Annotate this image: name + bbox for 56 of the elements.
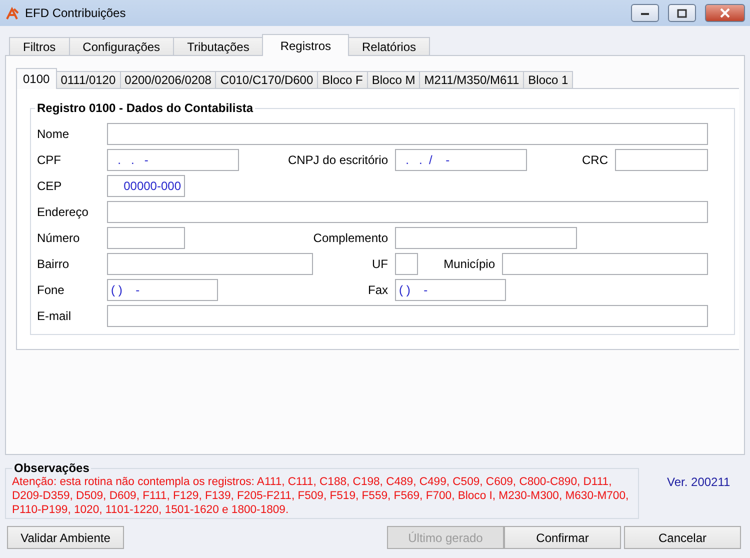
input-field[interactable] [395,253,418,275]
observations-title: Observações [13,461,90,475]
tab[interactable]: Bloco 1 [523,71,574,89]
tab[interactable]: Configurações [68,37,174,56]
maximize-button[interactable] [668,4,696,22]
input-field[interactable] [395,227,577,249]
field-label: CNPJ do escritório [286,153,389,167]
tab[interactable]: Relatórios [348,37,430,56]
input-field[interactable] [502,253,708,275]
field-label: Endereço [37,205,90,219]
field-label: Nome [37,127,70,141]
field-label: Bairro [37,257,70,271]
input-field[interactable] [615,149,708,171]
field-label: CRC [581,153,609,167]
warning-text: Atenção: esta rotina não contempla os registros: A111, C111, C188, C198, C489, C499, C509, C609, C800-C890, D111, D209-D359, D509, D609, F111, F129, F139, F205-F211, F509, F519, F559, F569, F700, Bloco I, M230-M300, M630-M700, P110-P199, 1020, 1101-1220, 1501-1620 e 1800-1809. [12,475,630,517]
input-field[interactable] [107,123,708,145]
field-label: Número [37,231,81,245]
app-icon [6,6,19,20]
input-field[interactable] [107,253,313,275]
tab[interactable]: Bloco F [317,71,368,89]
group-title: Registro 0100 - Dados do Contabilista [36,101,254,115]
window-title: EFD Contribuições [25,6,127,20]
input-field[interactable]: 00000-000 [107,175,185,197]
field-label: Fone [37,283,66,297]
tab[interactable]: Bloco M [366,71,420,89]
input-field[interactable]: ( ) - [107,279,218,301]
tab[interactable]: 0111/0120 [56,71,121,89]
maximize-icon [677,8,687,18]
tab[interactable]: C010/C170/D600 [215,71,318,89]
tab[interactable]: Tributações [173,37,264,56]
field-label: CPF [37,153,62,167]
input-field[interactable] [107,305,708,327]
field-label: Complemento [312,231,389,245]
action-button[interactable]: Validar Ambiente [7,526,124,549]
field-label: E-mail [37,309,72,323]
input-field[interactable] [107,227,185,249]
field-label: Fax [366,283,389,297]
action-button[interactable]: Confirmar [504,526,621,549]
tab[interactable]: 0100 [16,68,57,89]
minimize-button[interactable] [631,4,659,22]
field-label: UF [371,257,389,271]
tab[interactable]: Filtros [9,37,70,56]
close-icon [719,8,731,18]
minimize-icon [640,10,650,16]
tab[interactable]: 0200/0206/0208 [120,71,216,89]
tab[interactable]: Registros [262,34,349,56]
field-label: Município [442,257,496,271]
input-field[interactable]: ( ) - [395,279,506,301]
input-field[interactable]: . . - [107,149,239,171]
action-button[interactable]: Cancelar [624,526,741,549]
input-field[interactable]: . . / - [395,149,527,171]
version-label: Ver. 200211 [667,475,730,491]
tab[interactable]: M211/M350/M611 [419,71,524,89]
input-field[interactable] [107,201,708,223]
close-button[interactable] [705,4,745,22]
field-label: CEP [37,179,63,193]
